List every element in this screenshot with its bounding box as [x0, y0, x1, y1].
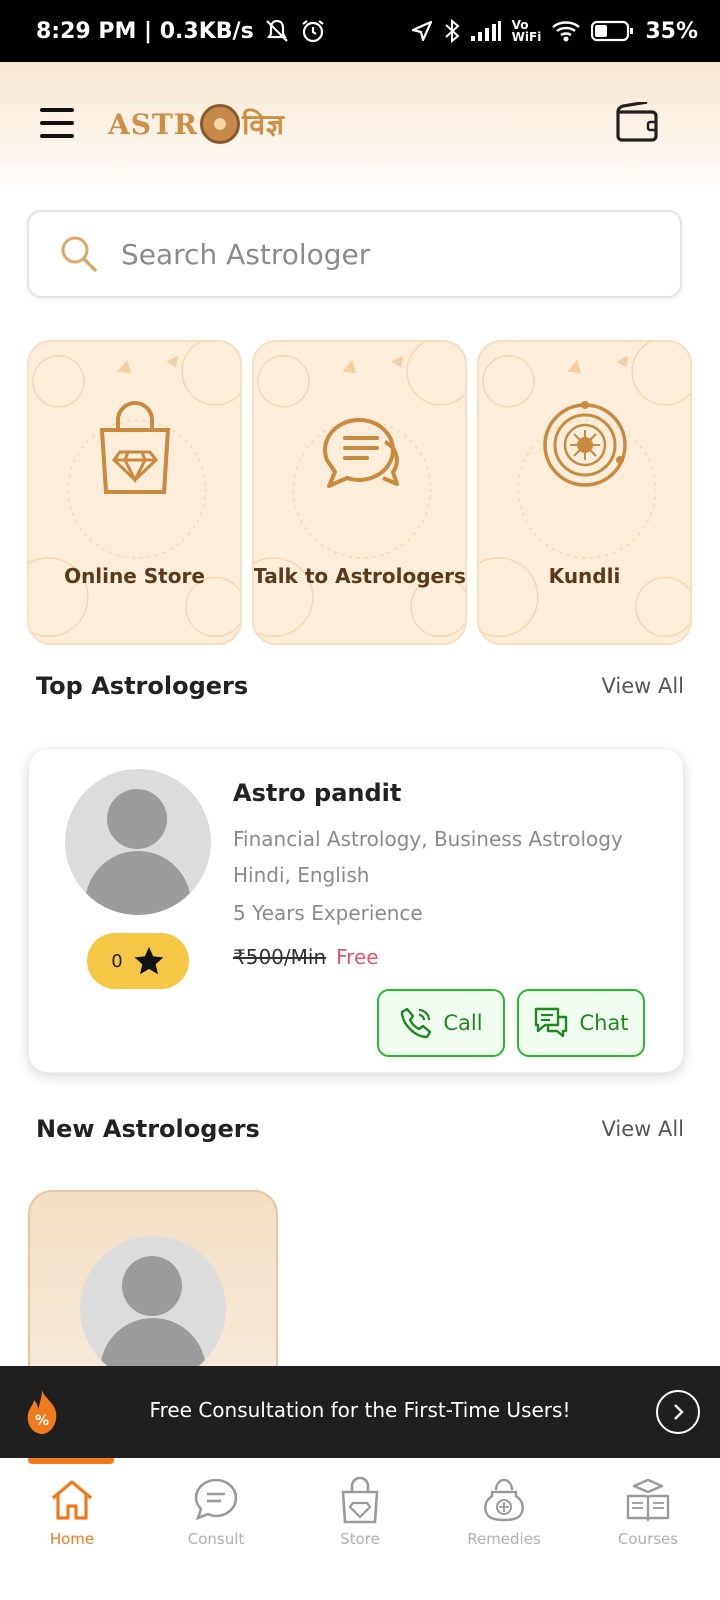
price-row: ₹500/Min Free: [233, 945, 379, 969]
price-original: ₹500/Min: [233, 945, 327, 969]
wallet-icon[interactable]: [614, 102, 662, 144]
nav-consult-label: Consult: [187, 1530, 245, 1548]
astrologer-card[interactable]: 0 Astro pandit Financial Astrology, Busi…: [28, 748, 684, 1073]
alarm-icon: [302, 20, 324, 43]
online-store-card[interactable]: Online Store: [27, 340, 242, 645]
nav-store[interactable]: Store: [288, 1458, 432, 1600]
logo-text: ASTR: [108, 107, 199, 141]
chevron-right-icon: [674, 1404, 684, 1420]
top-astrologers-view-all-link[interactable]: View All: [601, 674, 684, 698]
consult-chat-icon: [194, 1478, 238, 1521]
status-bar: 8:29 PM | 0.3KB/s Vo WiFi 35%: [0, 0, 720, 62]
bluetooth-icon: [444, 18, 460, 44]
nav-home[interactable]: Home: [0, 1458, 144, 1600]
nav-remedies-label: Remedies: [467, 1530, 541, 1548]
logo-suffix: विज्ञ: [242, 108, 285, 141]
online-store-label: Online Store: [64, 564, 205, 588]
new-astrologer-card[interactable]: [28, 1190, 278, 1390]
shopping-bag-diamond-icon: [99, 401, 170, 494]
new-astrologers-header: New Astrologers View All: [36, 1115, 684, 1143]
top-astrologers-header: Top Astrologers View All: [36, 672, 684, 700]
nav-store-label: Store: [340, 1530, 380, 1548]
astrologer-languages: Hindi, English: [233, 863, 370, 887]
talk-to-astrologers-card[interactable]: Talk to Astrologers: [252, 340, 467, 645]
star-icon: [134, 947, 164, 975]
talk-to-astrologers-label: Talk to Astrologers: [253, 564, 466, 588]
status-left: 8:29 PM | 0.3KB/s: [36, 18, 326, 44]
nav-courses-label: Courses: [617, 1530, 679, 1548]
bottom-nav: Home Consult Store Remedies Courses: [0, 1458, 720, 1600]
logo-wheel-icon: [200, 104, 241, 144]
app-logo: ASTR विज्ञ: [108, 102, 285, 146]
courses-book-icon: [626, 1478, 670, 1522]
price-free: Free: [336, 945, 379, 969]
app-header: ASTR विज्ञ: [0, 62, 720, 192]
nav-remedies[interactable]: Remedies: [432, 1458, 576, 1600]
location-arrow-icon: [411, 20, 432, 42]
battery-icon: [591, 20, 634, 42]
vowifi-label: Vo WiFi: [512, 19, 542, 43]
search-input[interactable]: [121, 237, 641, 271]
promo-text: Free Consultation for the First-Time Use…: [149, 1398, 571, 1422]
new-astrologers-title: New Astrologers: [36, 1115, 260, 1143]
signal-icon: [470, 21, 501, 41]
battery-percent: 35%: [645, 18, 698, 44]
phone-icon: [401, 1007, 432, 1039]
active-tab-indicator: [28, 1458, 114, 1464]
top-astrologers-title: Top Astrologers: [36, 672, 249, 700]
promo-arrow-button[interactable]: [656, 1390, 700, 1434]
wifi-icon: [552, 21, 581, 42]
rating-value: 0: [111, 950, 123, 972]
avatar: [65, 769, 211, 915]
chat-button[interactable]: Chat: [517, 989, 645, 1057]
search-bar[interactable]: [27, 210, 682, 298]
notifications-muted-icon: [265, 19, 288, 42]
promo-banner[interactable]: % Free Consultation for the First-Time U…: [0, 1366, 720, 1458]
chat-icon: [535, 1007, 568, 1038]
nav-home-label: Home: [49, 1530, 95, 1548]
new-astrologers-view-all-link[interactable]: View All: [601, 1117, 684, 1141]
vowifi-bottom: WiFi: [511, 30, 542, 44]
zodiac-wheel-icon: [542, 401, 627, 487]
hamburger-menu-icon[interactable]: [40, 108, 74, 138]
kundli-label: Kundli: [548, 564, 621, 588]
nav-consult[interactable]: Consult: [144, 1458, 288, 1600]
feature-cards: Online Store Talk to Astrologers Kundli: [27, 340, 693, 645]
remedies-kalash-icon: [484, 1478, 524, 1522]
astrologer-experience: 5 Years Experience: [233, 901, 423, 925]
chat-label: Chat: [579, 1011, 629, 1035]
home-icon: [51, 1480, 93, 1520]
astrologer-name: Astro pandit: [233, 779, 402, 807]
astrologer-specialties: Financial Astrology, Business Astrology: [233, 827, 623, 851]
kundli-card[interactable]: Kundli: [477, 340, 692, 645]
status-right: Vo WiFi 35%: [410, 18, 698, 44]
status-time: 8:29 PM | 0.3KB/s: [36, 18, 254, 44]
call-button[interactable]: Call: [377, 989, 505, 1057]
avatar: [80, 1236, 226, 1382]
rating-badge: 0: [87, 933, 189, 989]
chat-bubbles-icon: [322, 417, 399, 488]
nav-courses[interactable]: Courses: [576, 1458, 720, 1600]
call-label: Call: [443, 1011, 483, 1035]
store-bag-icon: [341, 1476, 379, 1524]
search-icon: [61, 236, 97, 272]
